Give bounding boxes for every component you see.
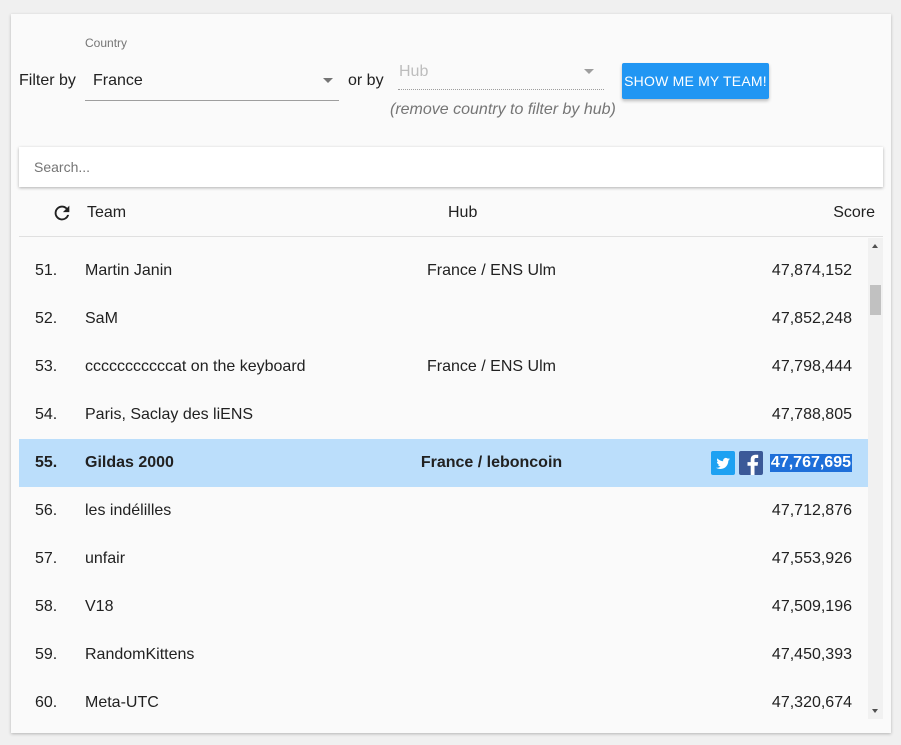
filter-by-label: Filter by — [19, 72, 76, 89]
rank-cell: 56. — [35, 502, 58, 519]
country-value: France — [93, 72, 143, 89]
score-cell: 47,712,876 — [771, 502, 852, 519]
search-box — [19, 147, 883, 187]
rank-cell: 55. — [35, 454, 58, 471]
table-row[interactable]: 57. unfair 47,553,926 — [19, 535, 868, 583]
score-cell: 47,553,926 — [771, 550, 852, 567]
team-cell: les indélilles — [85, 502, 172, 519]
my-team-row[interactable]: 55. Gildas 2000 France / leboncoin 47,76… — [19, 439, 868, 487]
column-header-hub[interactable]: Hub — [448, 204, 477, 222]
table-scrollbar[interactable] — [868, 238, 883, 719]
score-cell: 47,874,152 — [771, 262, 852, 279]
scroll-down-arrow-icon[interactable] — [872, 709, 878, 713]
score-cell: 47,767,695 — [769, 454, 852, 472]
scroll-up-arrow-icon[interactable] — [872, 244, 878, 248]
country-underline — [85, 100, 339, 101]
refresh-icon[interactable] — [51, 202, 73, 224]
hub-placeholder: Hub — [399, 63, 429, 80]
team-cell: SaM — [85, 310, 118, 327]
hub-cell: France / ENS Ulm — [427, 262, 556, 279]
rank-cell: 54. — [35, 406, 58, 423]
scrollbar-thumb[interactable] — [870, 285, 881, 315]
column-header-team[interactable]: Team — [87, 204, 126, 222]
score-cell: 47,320,674 — [771, 694, 852, 711]
search-input[interactable] — [19, 147, 883, 187]
rank-cell: 57. — [35, 550, 58, 567]
table-row[interactable]: 51. Martin Janin France / ENS Ulm 47,874… — [19, 247, 868, 295]
or-by-label: or by — [348, 72, 384, 89]
country-label: Country — [85, 36, 128, 50]
table-row[interactable]: 54. Paris, Saclay des liENS 47,788,805 — [19, 391, 868, 439]
hub-hint: (remove country to filter by hub) — [390, 101, 616, 118]
rank-cell: 51. — [35, 262, 58, 279]
leaderboard-card: Filter by Country France or by Hub (remo… — [11, 14, 891, 733]
table-row[interactable]: 60. Meta-UTC 47,320,674 — [19, 679, 868, 719]
score-cell: 47,852,248 — [771, 310, 852, 327]
score-cell: 47,450,393 — [771, 646, 852, 663]
table-header: Team Hub Score — [19, 190, 883, 237]
team-cell: cccccccccccat on the keyboard — [85, 358, 306, 375]
team-cell: Martin Janin — [85, 262, 173, 279]
score-cell: 47,798,444 — [771, 358, 852, 375]
hub-cell: France / leboncoin — [420, 454, 563, 471]
team-cell: Meta-UTC — [85, 694, 159, 711]
table-row[interactable]: 56. les indélilles 47,712,876 — [19, 487, 868, 535]
hub-cell: France / ENS Ulm — [427, 358, 556, 375]
rank-cell: 53. — [35, 358, 58, 375]
score-cell: 47,509,196 — [771, 598, 852, 615]
table-row[interactable]: 58. V18 47,509,196 — [19, 583, 868, 631]
table-row[interactable]: 59. RandomKittens 47,450,393 — [19, 631, 868, 679]
team-cell: Gildas 2000 — [85, 454, 174, 471]
rank-cell: 52. — [35, 310, 58, 327]
team-cell: unfair — [85, 550, 126, 567]
hub-select[interactable]: Hub — [398, 60, 604, 90]
table-row[interactable]: 52. SaM 47,852,248 — [19, 295, 868, 343]
chevron-down-icon — [323, 78, 333, 83]
hub-underline — [398, 89, 604, 90]
rank-cell: 58. — [35, 598, 58, 615]
rank-cell: 59. — [35, 646, 58, 663]
column-header-score[interactable]: Score — [833, 204, 875, 222]
country-select[interactable]: Country France — [85, 36, 339, 101]
team-cell: RandomKittens — [85, 646, 195, 663]
table-row[interactable]: 53. cccccccccccat on the keyboard France… — [19, 343, 868, 391]
score-cell: 47,788,805 — [771, 406, 852, 423]
leaderboard-table-body: 51. Martin Janin France / ENS Ulm 47,874… — [19, 238, 868, 719]
rank-cell: 60. — [35, 694, 58, 711]
chevron-down-icon — [584, 69, 594, 74]
team-cell: Paris, Saclay des liENS — [85, 406, 254, 423]
twitter-icon[interactable] — [711, 451, 735, 475]
facebook-icon[interactable] — [739, 451, 763, 475]
team-cell: V18 — [85, 598, 114, 615]
show-my-team-button[interactable]: SHOW ME MY TEAM! — [622, 63, 769, 99]
